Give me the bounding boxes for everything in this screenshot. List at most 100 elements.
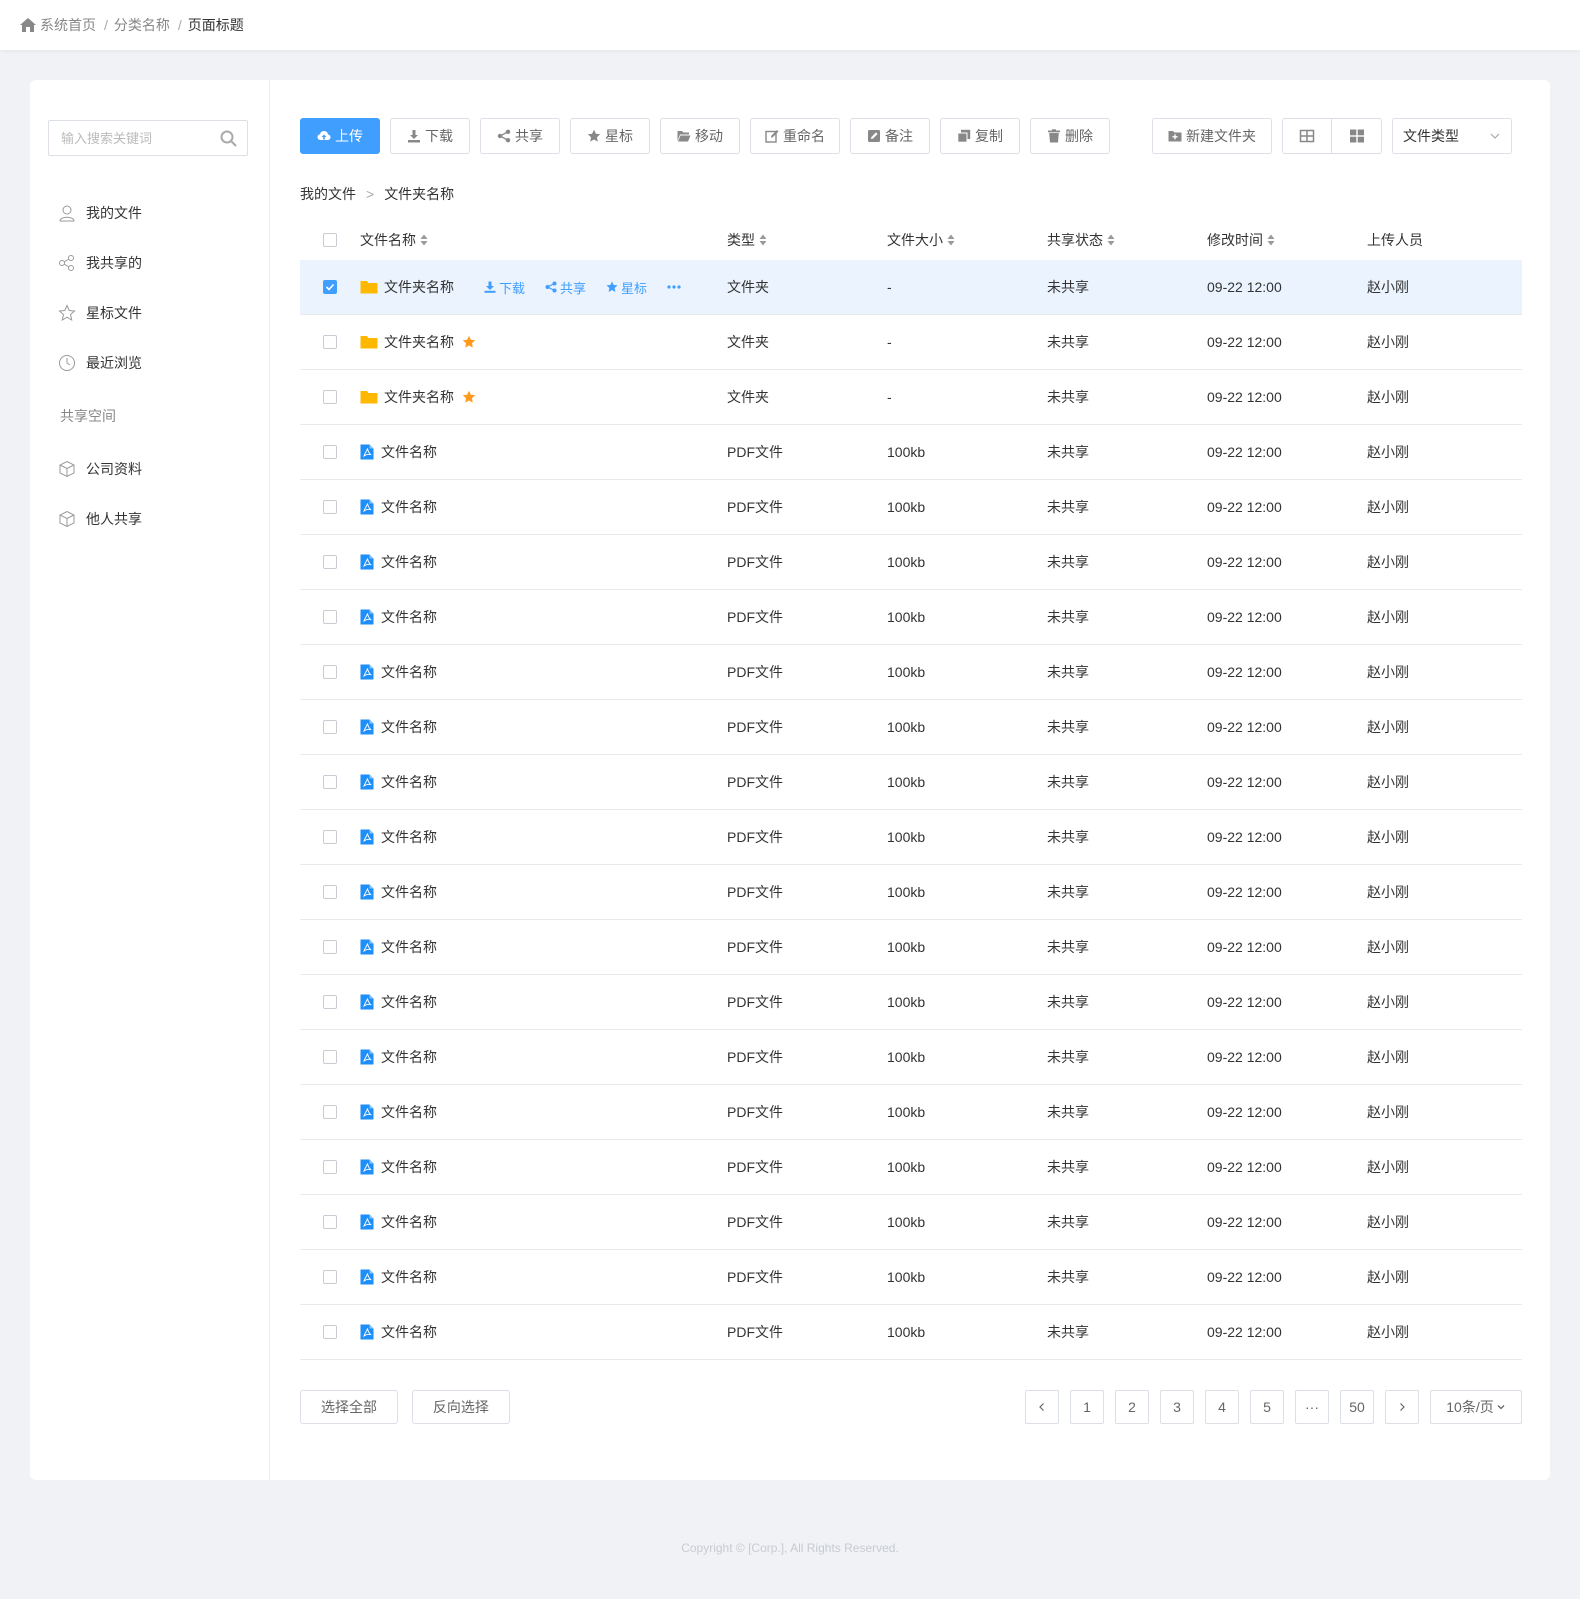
sidebar-item-company[interactable]: 公司资料 xyxy=(48,444,251,494)
row-star-button[interactable]: 星标 xyxy=(606,278,647,297)
file-name[interactable]: 文件名称 xyxy=(381,937,437,957)
file-type-select[interactable]: 文件类型 xyxy=(1392,118,1512,154)
table-row[interactable]: 文件名称 PDF文件 100kb 未共享 09-22 12:00 赵小刚 xyxy=(300,480,1522,535)
row-checkbox[interactable] xyxy=(323,665,337,679)
row-checkbox[interactable] xyxy=(323,1215,337,1229)
table-row[interactable]: 文件名称 PDF文件 100kb 未共享 09-22 12:00 赵小刚 xyxy=(300,645,1522,700)
page-button[interactable]: 2 xyxy=(1115,1390,1149,1424)
file-name[interactable]: 文件名称 xyxy=(381,442,437,462)
table-row[interactable]: 文件名称 PDF文件 100kb 未共享 09-22 12:00 赵小刚 xyxy=(300,1140,1522,1195)
table-row[interactable]: 文件夹名称 下载 共享 星标 文件夹 - 未共享 09-22 12:00 赵小刚 xyxy=(300,260,1522,315)
file-name[interactable]: 文件名称 xyxy=(381,1267,437,1287)
file-name[interactable]: 文件夹名称 xyxy=(384,277,454,297)
sidebar-item-my-shared[interactable]: 我共享的 xyxy=(48,238,251,288)
search-input[interactable] xyxy=(61,130,211,146)
row-checkbox[interactable] xyxy=(323,280,337,294)
row-checkbox[interactable] xyxy=(323,1270,337,1284)
move-button[interactable]: 移动 xyxy=(660,118,740,154)
file-name[interactable]: 文件名称 xyxy=(381,607,437,627)
download-button[interactable]: 下载 xyxy=(390,118,470,154)
star-button[interactable]: 星标 xyxy=(570,118,650,154)
header-share[interactable]: 共享状态 xyxy=(1047,230,1115,250)
search-icon[interactable] xyxy=(220,130,237,147)
file-name[interactable]: 文件名称 xyxy=(381,882,437,902)
table-row[interactable]: 文件名称 PDF文件 100kb 未共享 09-22 12:00 赵小刚 xyxy=(300,865,1522,920)
breadcrumb-home[interactable]: 系统首页 xyxy=(40,15,96,35)
file-name[interactable]: 文件夹名称 xyxy=(384,332,454,352)
file-name[interactable]: 文件名称 xyxy=(381,992,437,1012)
header-type[interactable]: 类型 xyxy=(727,230,767,250)
row-checkbox[interactable] xyxy=(323,1105,337,1119)
row-checkbox[interactable] xyxy=(323,775,337,789)
file-name[interactable]: 文件名称 xyxy=(381,552,437,572)
table-row[interactable]: 文件夹名称 文件夹 - 未共享 09-22 12:00 赵小刚 xyxy=(300,370,1522,425)
file-name[interactable]: 文件名称 xyxy=(381,772,437,792)
sidebar-item-others-shared[interactable]: 他人共享 xyxy=(48,494,251,544)
rename-button[interactable]: 重命名 xyxy=(750,118,840,154)
row-checkbox[interactable] xyxy=(323,995,337,1009)
note-button[interactable]: 备注 xyxy=(850,118,930,154)
table-row[interactable]: 文件名称 PDF文件 100kb 未共享 09-22 12:00 赵小刚 xyxy=(300,700,1522,755)
page-ellipsis[interactable]: ··· xyxy=(1295,1390,1329,1424)
page-button[interactable]: 1 xyxy=(1070,1390,1104,1424)
table-row[interactable]: 文件名称 PDF文件 100kb 未共享 09-22 12:00 赵小刚 xyxy=(300,1250,1522,1305)
more-icon[interactable] xyxy=(667,285,681,289)
header-time[interactable]: 修改时间 xyxy=(1207,230,1275,250)
upload-button[interactable]: 上传 xyxy=(300,118,380,154)
file-name[interactable]: 文件名称 xyxy=(381,1157,437,1177)
page-size-select[interactable]: 10条/页 xyxy=(1430,1390,1522,1424)
sidebar-item-starred[interactable]: 星标文件 xyxy=(48,288,251,338)
table-row[interactable]: 文件名称 PDF文件 100kb 未共享 09-22 12:00 赵小刚 xyxy=(300,1085,1522,1140)
table-row[interactable]: 文件名称 PDF文件 100kb 未共享 09-22 12:00 赵小刚 xyxy=(300,1030,1522,1085)
row-checkbox[interactable] xyxy=(323,445,337,459)
file-name[interactable]: 文件名称 xyxy=(381,827,437,847)
table-row[interactable]: 文件名称 PDF文件 100kb 未共享 09-22 12:00 赵小刚 xyxy=(300,1195,1522,1250)
file-name[interactable]: 文件名称 xyxy=(381,1322,437,1342)
file-name[interactable]: 文件名称 xyxy=(381,1212,437,1232)
delete-button[interactable]: 删除 xyxy=(1030,118,1110,154)
file-name[interactable]: 文件夹名称 xyxy=(384,387,454,407)
prev-page-button[interactable] xyxy=(1025,1390,1059,1424)
row-checkbox[interactable] xyxy=(323,720,337,734)
table-row[interactable]: 文件名称 PDF文件 100kb 未共享 09-22 12:00 赵小刚 xyxy=(300,535,1522,590)
table-row[interactable]: 文件名称 PDF文件 100kb 未共享 09-22 12:00 赵小刚 xyxy=(300,920,1522,975)
file-name[interactable]: 文件名称 xyxy=(381,1102,437,1122)
select-all-checkbox[interactable] xyxy=(323,233,337,247)
select-all-button[interactable]: 选择全部 xyxy=(300,1390,398,1424)
new-folder-button[interactable]: 新建文件夹 xyxy=(1152,118,1272,154)
grid-view-button[interactable] xyxy=(1332,118,1382,154)
row-checkbox[interactable] xyxy=(323,1050,337,1064)
copy-button[interactable]: 复制 xyxy=(940,118,1020,154)
page-button[interactable]: 4 xyxy=(1205,1390,1239,1424)
invert-select-button[interactable]: 反向选择 xyxy=(411,1390,510,1424)
row-checkbox[interactable] xyxy=(323,500,337,514)
table-row[interactable]: 文件名称 PDF文件 100kb 未共享 09-22 12:00 赵小刚 xyxy=(300,975,1522,1030)
table-row[interactable]: 文件名称 PDF文件 100kb 未共享 09-22 12:00 赵小刚 xyxy=(300,1305,1522,1360)
table-row[interactable]: 文件名称 PDF文件 100kb 未共享 09-22 12:00 赵小刚 xyxy=(300,425,1522,480)
file-name[interactable]: 文件名称 xyxy=(381,1047,437,1067)
breadcrumb-category[interactable]: 分类名称 xyxy=(114,15,170,35)
file-name[interactable]: 文件名称 xyxy=(381,662,437,682)
file-name[interactable]: 文件名称 xyxy=(381,717,437,737)
row-checkbox[interactable] xyxy=(323,1325,337,1339)
row-checkbox[interactable] xyxy=(323,1160,337,1174)
table-row[interactable]: 文件名称 PDF文件 100kb 未共享 09-22 12:00 赵小刚 xyxy=(300,590,1522,645)
header-name[interactable]: 文件名称 xyxy=(360,230,428,250)
path-root[interactable]: 我的文件 xyxy=(300,184,356,204)
table-row[interactable]: 文件名称 PDF文件 100kb 未共享 09-22 12:00 赵小刚 xyxy=(300,755,1522,810)
row-checkbox[interactable] xyxy=(323,555,337,569)
list-view-button[interactable] xyxy=(1282,118,1332,154)
sidebar-item-recent[interactable]: 最近浏览 xyxy=(48,338,251,388)
page-button[interactable]: 3 xyxy=(1160,1390,1194,1424)
row-checkbox[interactable] xyxy=(323,335,337,349)
page-button-last[interactable]: 50 xyxy=(1340,1390,1374,1424)
share-button[interactable]: 共享 xyxy=(480,118,560,154)
header-size[interactable]: 文件大小 xyxy=(887,230,955,250)
table-row[interactable]: 文件夹名称 文件夹 - 未共享 09-22 12:00 赵小刚 xyxy=(300,315,1522,370)
row-download-button[interactable]: 下载 xyxy=(484,278,525,297)
row-checkbox[interactable] xyxy=(323,940,337,954)
sidebar-item-my-files[interactable]: 我的文件 xyxy=(48,188,251,238)
next-page-button[interactable] xyxy=(1385,1390,1419,1424)
row-checkbox[interactable] xyxy=(323,830,337,844)
file-name[interactable]: 文件名称 xyxy=(381,497,437,517)
